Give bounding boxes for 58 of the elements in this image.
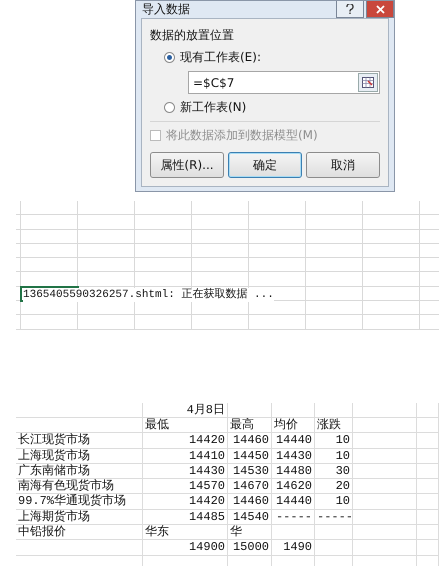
table-cell: 10 <box>315 448 353 464</box>
table-cell: 15000 <box>228 540 272 556</box>
table-cell: 20 <box>315 479 353 494</box>
table-cell: 10 <box>315 494 353 510</box>
field-value: =$C$7 <box>193 76 234 90</box>
table-cell: 14410 <box>143 448 228 464</box>
table-cell: 1490 <box>272 540 315 556</box>
dialog-button[interactable]: 确定 <box>228 152 302 178</box>
table-cell: 14485 <box>143 510 228 526</box>
dialog-button[interactable]: 属性(R)... <box>150 152 224 178</box>
cell-text: 1365405590326257.shtml: 正在获取数据 ... <box>23 288 274 302</box>
table-cell: ----- <box>315 510 353 526</box>
table-cell: 广东南储市场 <box>16 464 143 480</box>
option-label[interactable]: 现有工作表(E): <box>180 49 261 66</box>
table-cell: 14460 <box>228 433 272 449</box>
table-cell: 14430 <box>272 448 315 464</box>
table-cell: 14480 <box>272 464 315 480</box>
table-cell: 4月8日 <box>143 402 228 418</box>
help-button[interactable] <box>336 1 364 18</box>
table-cell: 14420 <box>143 494 228 510</box>
table-cell: 上海期货市场 <box>16 510 143 526</box>
radio-button[interactable] <box>164 52 175 63</box>
table-cell: 14440 <box>272 433 315 449</box>
close-button[interactable] <box>366 1 394 18</box>
table-cell: 最高 <box>228 418 272 434</box>
table-cell: 华东 <box>143 525 228 540</box>
table-cell: 14440 <box>272 494 315 510</box>
close-icon <box>376 4 384 14</box>
table-cell: 南海有色现货市场 <box>16 479 143 494</box>
table-cell: 14670 <box>228 479 272 494</box>
table-cell: 30 <box>315 464 353 480</box>
table-cell: 中铅报价 <box>16 525 143 540</box>
table-cell: 14450 <box>228 448 272 464</box>
help-icon <box>346 4 354 14</box>
table-cell: 10 <box>315 433 353 449</box>
table-cell: 14540 <box>228 510 272 526</box>
table-cell: 14460 <box>228 494 272 510</box>
table-cell: 均价 <box>272 418 315 434</box>
table-cell: 14530 <box>228 464 272 480</box>
table-cell: 14900 <box>143 540 228 556</box>
table-cell: 14430 <box>143 464 228 480</box>
table-cell: 14570 <box>143 479 228 494</box>
table-cell: 华 <box>228 525 272 540</box>
table-cell: ----- <box>272 510 315 526</box>
dialog-title: 导入数据 <box>142 1 190 18</box>
table-cell: 99.7%华通现货市场 <box>16 494 143 510</box>
table-cell: 14620 <box>272 479 315 494</box>
radio-button[interactable] <box>164 102 175 113</box>
table-cell: 长江现货市场 <box>16 433 143 449</box>
range-picker-icon[interactable] <box>358 73 378 92</box>
table-cell: 涨跌 <box>315 418 353 434</box>
table-cell: 14420 <box>143 433 228 449</box>
option-label[interactable]: 新工作表(N) <box>180 99 246 116</box>
reference-field[interactable]: =$C$7 <box>188 71 380 94</box>
table-cell: 上海现货市场 <box>16 448 143 464</box>
table-cell: 最低 <box>143 418 228 434</box>
group-label: 数据的放置位置 <box>150 27 235 44</box>
dialog-button[interactable]: 取消 <box>306 152 380 178</box>
